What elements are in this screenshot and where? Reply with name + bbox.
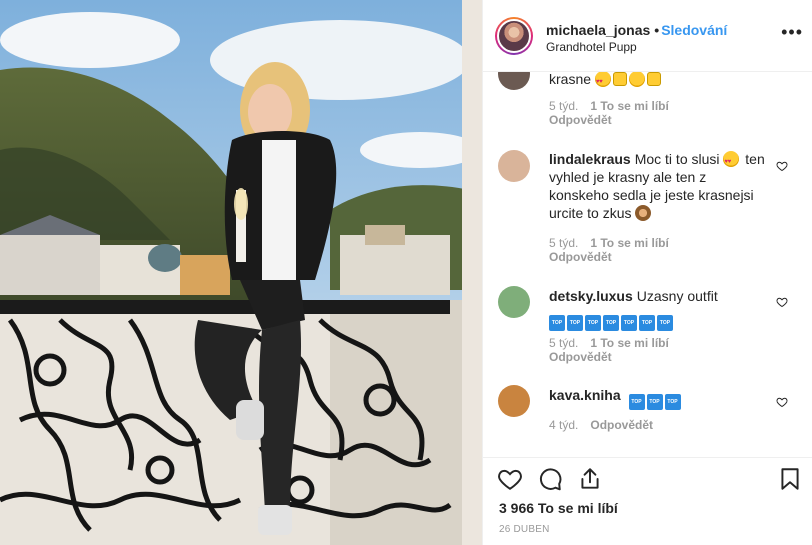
comment-username[interactable]: kava.kniha	[549, 387, 621, 403]
comment-avatar[interactable]	[498, 385, 530, 417]
top-emoji-icon: TOP	[603, 315, 619, 331]
comment-likes[interactable]: 1 To se mi líbí	[590, 99, 668, 113]
top-badge-row: TOP TOP TOP TOP TOP TOP TOP	[549, 307, 769, 331]
photo-scene	[0, 0, 482, 545]
comment-age: 5 týd.	[549, 336, 579, 350]
comment-likes[interactable]: 1 To se mi líbí	[590, 236, 668, 250]
comment-avatar[interactable]	[498, 72, 530, 90]
comment-icon[interactable]	[537, 466, 563, 492]
share-icon[interactable]	[577, 466, 603, 492]
comment-likes[interactable]: 1 To se mi líbí	[590, 336, 668, 350]
post-photo[interactable]	[0, 0, 482, 545]
top-emoji-icon: TOP	[628, 394, 645, 410]
comment-meta: 5 týd. 1 To se mi líbí	[549, 336, 681, 350]
comment-meta: 5 týd. 1 To se mi líbí	[549, 99, 681, 113]
follow-button[interactable]: Sledování	[661, 22, 727, 38]
comment-username[interactable]: lindalekraus	[549, 151, 631, 167]
comment-body: Uzasny outfit	[636, 288, 718, 304]
comment-age: 5 týd.	[549, 99, 579, 113]
top-emoji-icon: TOP	[567, 315, 583, 331]
top-emoji-icon: TOP	[621, 315, 637, 331]
author-username[interactable]: michaela_jonas	[546, 22, 650, 38]
reply-button[interactable]: Odpovědět	[549, 113, 612, 127]
comment-text: kava.kniha TOP TOP TOP	[549, 386, 769, 410]
comment-age: 5 týd.	[549, 236, 579, 250]
post-header: michaela_jonas • Sledování Grandhotel Pupp…	[483, 0, 812, 72]
post-date[interactable]: 26 DUBEN	[499, 524, 550, 535]
reply-button[interactable]: Odpovědět	[590, 418, 653, 432]
author-line: michaela_jonas • Sledování	[546, 22, 727, 38]
reply-button[interactable]: Odpovědět	[549, 250, 612, 264]
raising-hands-emoji-icon	[612, 72, 627, 86]
comment-heart-icon[interactable]	[776, 296, 788, 308]
comment-text: krasne	[549, 72, 769, 91]
heart-eyes-emoji-icon	[594, 72, 611, 91]
grin-emoji-icon	[628, 72, 645, 87]
comment-meta: 4 týd. Odpovědět	[549, 418, 665, 432]
action-bar: 3 966 To se mi líbí 26 DUBEN	[483, 457, 812, 545]
bookmark-icon[interactable]	[777, 466, 803, 492]
top-emoji-icon: TOP	[646, 394, 663, 410]
author-avatar[interactable]	[495, 17, 533, 55]
comment-avatar[interactable]	[498, 150, 530, 182]
monkey-emoji-icon	[635, 205, 652, 221]
top-emoji-icon: TOP	[585, 315, 601, 331]
location-link[interactable]: Grandhotel Pupp	[546, 40, 637, 54]
ellipsis-icon[interactable]: •••	[781, 22, 803, 43]
comment-heart-icon[interactable]	[776, 396, 788, 408]
heart-eyes-emoji-icon	[723, 151, 740, 171]
top-emoji-icon: TOP	[549, 315, 565, 331]
top-emoji-icon: TOP	[664, 394, 681, 410]
comment-meta: 5 týd. 1 To se mi líbí	[549, 236, 681, 250]
comment-text: lindalekrausMoc ti to slusi ten vyhled j…	[549, 150, 769, 222]
comment-text: detsky.luxus Uzasny outfit TOP TOP TOP TOP TO…	[549, 287, 769, 331]
comment-body: Moc ti to slusi	[634, 151, 720, 167]
likes-count[interactable]: 3 966 To se mi líbí	[499, 500, 618, 516]
top-emoji-icon: TOP	[657, 315, 673, 331]
comment-list[interactable]: krasne 5 týd. 1 To se mi líbí Odpovědět l…	[483, 72, 812, 457]
comment-body: krasne	[549, 72, 592, 87]
top-emoji-icon: TOP	[639, 315, 655, 331]
raising-hands-emoji-icon	[646, 72, 661, 86]
heart-icon[interactable]	[497, 466, 523, 492]
comment-heart-icon[interactable]	[776, 160, 788, 172]
reply-button[interactable]: Odpovědět	[549, 350, 612, 364]
comment-avatar[interactable]	[498, 286, 530, 318]
separator-dot: •	[654, 22, 660, 38]
post-sidebar: michaela_jonas • Sledování Grandhotel Pupp…	[482, 0, 812, 545]
comment-username[interactable]: detsky.luxus	[549, 288, 633, 304]
comment-age: 4 týd.	[549, 418, 579, 432]
